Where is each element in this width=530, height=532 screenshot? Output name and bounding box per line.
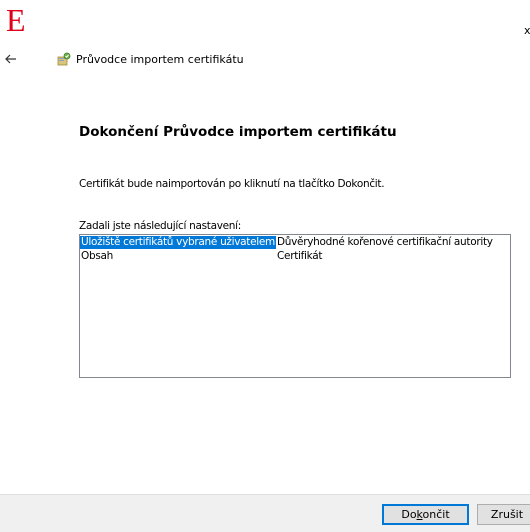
settings-label: Zadali jste následující nastavení: xyxy=(79,220,242,232)
brand-logo: E xyxy=(6,2,26,38)
page-title: Dokončení Průvodce importem certifikátu xyxy=(79,124,397,140)
finish-button[interactable]: Dokončit xyxy=(382,504,469,525)
title-bar: Průvodce importem certifikátu xyxy=(0,50,530,70)
setting-key-content[interactable]: Obsah xyxy=(80,250,114,263)
setting-value-content: Certifikát xyxy=(277,250,323,262)
list-item[interactable]: Úložiště certifikátů vybrané uživatelem … xyxy=(80,236,510,249)
settings-list[interactable]: Úložiště certifikátů vybrané uživatelem … xyxy=(79,234,511,378)
setting-key-store[interactable]: Úložiště certifikátů vybrané uživatelem xyxy=(80,236,276,249)
wizard-window: E x Průvodce importem certifikátu Dokonč… xyxy=(0,0,530,532)
close-button[interactable]: x xyxy=(524,24,530,37)
info-text: Certifikát bude naimportován po kliknutí… xyxy=(79,178,385,190)
back-arrow-icon[interactable] xyxy=(3,51,19,67)
certificate-wizard-icon xyxy=(56,51,72,67)
cancel-button-label: Zrušit xyxy=(490,508,524,521)
finish-button-label: Dokončit xyxy=(401,508,450,521)
setting-value-store: Důvěryhodné kořenové certifikační autori… xyxy=(277,236,493,248)
footer-bar: Dokončit Zrušit xyxy=(0,494,530,532)
cancel-button[interactable]: Zrušit xyxy=(477,504,530,525)
window-title: Průvodce importem certifikátu xyxy=(76,53,244,66)
list-item[interactable]: Obsah Certifikát xyxy=(80,250,510,263)
